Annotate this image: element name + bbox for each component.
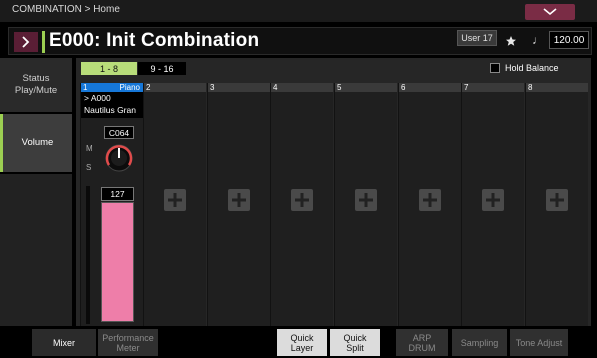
add-program-button[interactable] xyxy=(482,189,504,211)
chevron-down-icon xyxy=(543,8,557,16)
channel-strip-7: 7 xyxy=(461,83,524,326)
channel-number: 1 xyxy=(83,83,88,92)
tab-quick-layer[interactable]: Quick Layer xyxy=(277,329,327,356)
tab-sampling[interactable]: Sampling xyxy=(452,329,507,356)
tab-label: Tone Adjust xyxy=(515,337,563,348)
tab-volume[interactable]: Volume xyxy=(0,114,72,172)
program-select-button[interactable] xyxy=(14,32,38,52)
plus-icon xyxy=(423,193,437,207)
combination-title[interactable]: E000: Init Combination xyxy=(49,30,259,52)
plus-icon xyxy=(232,193,246,207)
add-program-button[interactable] xyxy=(164,189,186,211)
add-program-button[interactable] xyxy=(546,189,568,211)
channel-header[interactable]: 5 xyxy=(335,83,397,92)
channel-header[interactable]: 6 xyxy=(399,83,461,92)
title-accent-bar xyxy=(42,31,45,53)
channel-header[interactable]: 8 xyxy=(526,83,588,92)
channel-strip-6: 6 xyxy=(398,83,461,326)
breadcrumb: COMBINATION > Home xyxy=(12,4,120,15)
tab-status-play-mute[interactable]: Status Play/Mute xyxy=(0,58,72,112)
plus-icon xyxy=(359,193,373,207)
program-name: Nautilus Gran xyxy=(84,105,136,115)
tab-label-line1: Quick xyxy=(343,332,367,343)
program-number: > A000 xyxy=(84,93,111,103)
page-menu-button[interactable] xyxy=(525,4,575,20)
add-program-button[interactable] xyxy=(228,189,250,211)
tab-label-line2: Layer xyxy=(290,342,314,353)
tab-label-line1: Status xyxy=(22,73,50,84)
plus-icon xyxy=(550,193,564,207)
volume-fader-fill xyxy=(102,203,133,321)
add-program-button[interactable] xyxy=(355,189,377,211)
bank-badge: User 17 xyxy=(457,30,497,46)
checkbox-box xyxy=(490,63,500,73)
instrument-name: Piano xyxy=(119,83,140,92)
tab-range-1-8[interactable]: 1 - 8 xyxy=(81,62,137,75)
channel-strip-5: 5 xyxy=(334,83,397,326)
volume-fader[interactable] xyxy=(101,202,134,322)
channel-strips: 1 Piano > A000 Nautilus Gran C064 M S 12… xyxy=(80,83,589,326)
tempo-field[interactable]: 120.00 xyxy=(549,31,589,49)
hold-balance-checkbox[interactable]: Hold Balance xyxy=(490,63,559,73)
add-program-button[interactable] xyxy=(291,189,313,211)
channel-1-header[interactable]: 1 Piano xyxy=(81,83,143,92)
pan-value[interactable]: C064 xyxy=(104,126,134,139)
channel-header[interactable]: 4 xyxy=(271,83,333,92)
channel-strip-1: 1 Piano > A000 Nautilus Gran C064 M S 12… xyxy=(80,83,143,326)
program-info[interactable]: > A000 Nautilus Gran xyxy=(81,92,143,118)
tab-label-line1: Quick xyxy=(290,332,314,343)
tab-label-line2: Meter xyxy=(116,342,140,353)
tab-label: Mixer xyxy=(53,337,75,348)
channel-header[interactable]: 3 xyxy=(208,83,270,92)
tab-label-line2: Split xyxy=(346,342,364,353)
volume-value[interactable]: 127 xyxy=(101,187,134,201)
channel-header[interactable]: 7 xyxy=(462,83,524,92)
channel-strip-3: 3 xyxy=(207,83,270,326)
pan-knob-icon[interactable] xyxy=(104,143,134,173)
left-tab-empty xyxy=(0,174,72,326)
tab-quick-split[interactable]: Quick Split xyxy=(330,329,380,356)
tab-performance-meter[interactable]: Performance Meter xyxy=(98,329,158,356)
tab-label-line2: Play/Mute xyxy=(14,85,58,96)
plus-icon xyxy=(168,193,182,207)
tab-arp-drum[interactable]: ARP DRUM xyxy=(396,329,448,356)
solo-label[interactable]: S xyxy=(86,163,91,172)
channel-strip-8: 8 xyxy=(525,83,588,326)
tab-label-line1: Performance xyxy=(102,332,154,343)
plus-icon xyxy=(486,193,500,207)
mute-label[interactable]: M xyxy=(86,144,93,153)
top-bar: COMBINATION > Home xyxy=(0,0,597,22)
tab-range-9-16[interactable]: 9 - 16 xyxy=(138,62,186,75)
hold-balance-label: Hold Balance xyxy=(505,63,559,73)
channel-header[interactable]: 2 xyxy=(144,83,206,92)
tab-tone-adjust[interactable]: Tone Adjust xyxy=(510,329,568,356)
tab-label: Sampling xyxy=(460,337,499,348)
star-icon[interactable] xyxy=(501,31,521,51)
plus-icon xyxy=(295,193,309,207)
title-bar: E000: Init Combination User 17 ♩ 120.00 xyxy=(8,27,592,55)
tab-mixer[interactable]: Mixer xyxy=(32,329,96,356)
note-icon: ♩ xyxy=(532,33,544,47)
add-program-button[interactable] xyxy=(419,189,441,211)
tab-label-line1: ARP xyxy=(412,332,432,343)
chevron-right-icon xyxy=(22,36,30,48)
tab-label: Volume xyxy=(21,137,54,148)
tab-label-line2: DRUM xyxy=(408,342,436,353)
mixer-panel: 1 - 8 9 - 16 Hold Balance 1 Piano > A000… xyxy=(76,58,591,326)
channel-strip-4: 4 xyxy=(270,83,333,326)
channel-strip-2: 2 xyxy=(143,83,206,326)
level-meter xyxy=(86,186,90,324)
